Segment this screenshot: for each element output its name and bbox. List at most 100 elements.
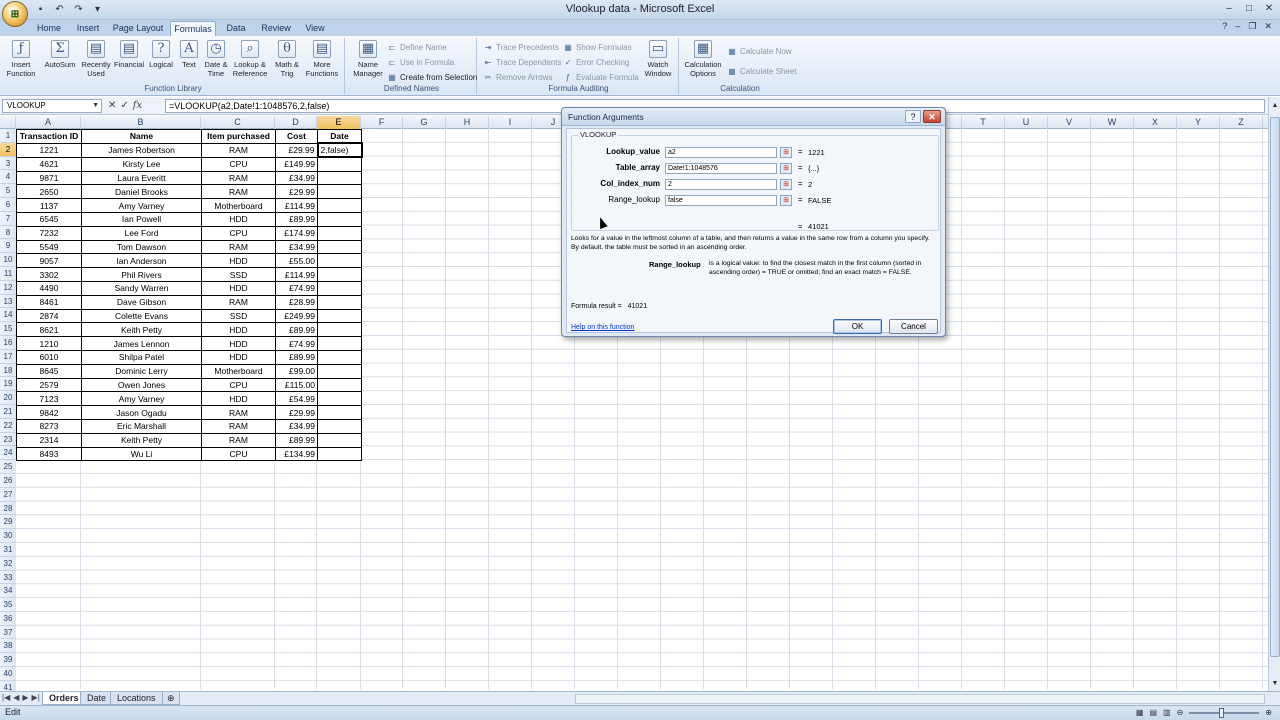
logical-button[interactable]: ? Logical <box>146 40 176 69</box>
row-header-21[interactable]: 21 <box>0 405 16 419</box>
row-header-25[interactable]: 25 <box>0 460 16 474</box>
calculation-options-button[interactable]: ▦ Calculation Options <box>683 40 723 78</box>
table-cell[interactable]: £249.99 <box>275 308 318 324</box>
row-header-17[interactable]: 17 <box>0 350 16 364</box>
table-cell[interactable]: £34.99 <box>275 418 318 434</box>
row-header-4[interactable]: 4 <box>0 170 16 185</box>
column-header-g[interactable]: G <box>403 116 446 129</box>
table-cell[interactable]: HDD <box>201 253 276 269</box>
close-workbook-icon[interactable]: ✕ <box>1264 21 1272 32</box>
tab-home[interactable]: Home <box>33 21 65 36</box>
table-cell[interactable]: 2650 <box>16 184 82 200</box>
column-header-d[interactable]: D <box>275 116 317 129</box>
column-header-e[interactable]: E <box>317 116 361 129</box>
table-cell[interactable] <box>317 363 362 379</box>
row-header-22[interactable]: 22 <box>0 419 16 433</box>
table-cell[interactable]: £149.99 <box>275 156 318 172</box>
column-header-b[interactable]: B <box>81 116 201 129</box>
office-button[interactable]: ⊞ <box>2 1 28 27</box>
zoom-slider[interactable] <box>1189 707 1260 718</box>
sheet-tab-orders[interactable]: Orders <box>42 692 86 705</box>
table-cell[interactable]: RAM <box>201 418 276 434</box>
table-cell[interactable] <box>317 156 362 172</box>
insert-function-button[interactable]: ƒ Insert Function <box>4 40 38 78</box>
column-header-x[interactable]: X <box>1134 116 1177 129</box>
table-cell[interactable] <box>317 184 362 200</box>
table-cell[interactable]: £89.99 <box>275 349 318 365</box>
fx-icon[interactable]: fx <box>133 99 142 113</box>
table-cell[interactable]: 4490 <box>16 280 82 296</box>
table-cell[interactable]: 8621 <box>16 322 82 338</box>
define-name-button[interactable]: ⊏ Define Name <box>387 42 447 53</box>
help-icon[interactable]: ? <box>1222 21 1227 32</box>
column-header-z[interactable]: Z <box>1220 116 1263 129</box>
first-sheet-icon[interactable]: |◀ <box>2 693 10 702</box>
table-cell[interactable]: £28.99 <box>275 294 318 310</box>
column-header-w[interactable]: W <box>1091 116 1134 129</box>
column-heading[interactable]: Transaction ID <box>16 129 82 144</box>
table-cell[interactable]: 3302 <box>16 267 82 282</box>
row-header-19[interactable]: 19 <box>0 377 16 392</box>
tab-formulas[interactable]: Formulas <box>170 21 216 36</box>
page-break-view-icon[interactable]: ▥ <box>1163 708 1171 717</box>
table-cell[interactable]: 2874 <box>16 308 82 324</box>
row-header-10[interactable]: 10 <box>0 253 16 267</box>
table-cell[interactable] <box>317 349 362 365</box>
row-header-3[interactable]: 3 <box>0 157 16 171</box>
table-cell[interactable]: Jason Ogadu <box>81 405 202 420</box>
row-header-28[interactable]: 28 <box>0 502 16 516</box>
table-cell[interactable]: 4621 <box>16 156 82 172</box>
last-sheet-icon[interactable]: ▶| <box>32 693 40 702</box>
table-cell[interactable]: £34.99 <box>275 170 318 186</box>
table-cell[interactable] <box>317 377 362 393</box>
name-box[interactable]: VLOOKUP ▼ <box>2 99 102 113</box>
table-cell[interactable]: CPU <box>201 225 276 241</box>
table-cell[interactable] <box>317 225 362 241</box>
row-header-24[interactable]: 24 <box>0 446 16 461</box>
cancel-icon[interactable]: ✕ <box>108 99 116 113</box>
table-cell[interactable] <box>317 432 362 448</box>
tab-review[interactable]: Review <box>259 21 293 36</box>
column-header-f[interactable]: F <box>361 116 403 129</box>
table-cell[interactable] <box>317 294 362 310</box>
table-cell[interactable]: £29.99 <box>275 405 318 420</box>
table-cell[interactable]: £174.99 <box>275 225 318 241</box>
table-cell[interactable]: 7232 <box>16 225 82 241</box>
table-cell[interactable]: RAM <box>201 184 276 200</box>
chevron-down-icon[interactable]: ▼ <box>92 100 99 112</box>
minimize-workbook-icon[interactable]: – <box>1235 21 1240 32</box>
page-layout-view-icon[interactable]: ▤ <box>1149 708 1157 717</box>
table-cell[interactable]: HDD <box>201 349 276 365</box>
table-cell[interactable]: £34.99 <box>275 239 318 255</box>
next-sheet-icon[interactable]: ▶ <box>22 693 28 702</box>
table-cell[interactable]: CPU <box>201 156 276 172</box>
table-cell[interactable]: £115.00 <box>275 377 318 393</box>
collapse-dialog-icon[interactable]: ⊞ <box>780 163 792 174</box>
trace-dependents-button[interactable]: ⇤ Trace Dependents <box>483 57 562 68</box>
table-cell[interactable] <box>317 418 362 434</box>
row-header-6[interactable]: 6 <box>0 198 16 212</box>
table-cell[interactable]: 7123 <box>16 391 82 407</box>
row-header-1[interactable]: 1 <box>0 129 16 143</box>
horizontal-scrollbar[interactable] <box>575 694 1265 704</box>
table-cell[interactable]: 6010 <box>16 349 82 365</box>
row-header-27[interactable]: 27 <box>0 488 16 502</box>
table-cell[interactable]: RAM <box>201 239 276 255</box>
table-cell[interactable]: CPU <box>201 446 276 462</box>
table-cell[interactable]: Keith Petty <box>81 432 202 448</box>
column-heading[interactable]: Cost <box>275 129 318 144</box>
table-cell[interactable]: 9871 <box>16 170 82 186</box>
table-cell[interactable]: 6545 <box>16 211 82 227</box>
table-cell[interactable]: Colette Evans <box>81 308 202 324</box>
collapse-dialog-icon[interactable]: ⊞ <box>780 195 792 206</box>
row-header-39[interactable]: 39 <box>0 653 16 668</box>
table-cell[interactable]: James Lennon <box>81 336 202 351</box>
table-cell[interactable]: 8493 <box>16 446 82 462</box>
table-cell[interactable]: RAM <box>201 294 276 310</box>
table-cell[interactable] <box>317 336 362 351</box>
lookup-value-input[interactable]: a2 <box>665 147 777 158</box>
row-header-38[interactable]: 38 <box>0 639 16 654</box>
table-cell[interactable]: Tom Dawson <box>81 239 202 255</box>
table-cell[interactable]: £89.99 <box>275 211 318 227</box>
table-cell[interactable]: £29.99 <box>275 184 318 200</box>
